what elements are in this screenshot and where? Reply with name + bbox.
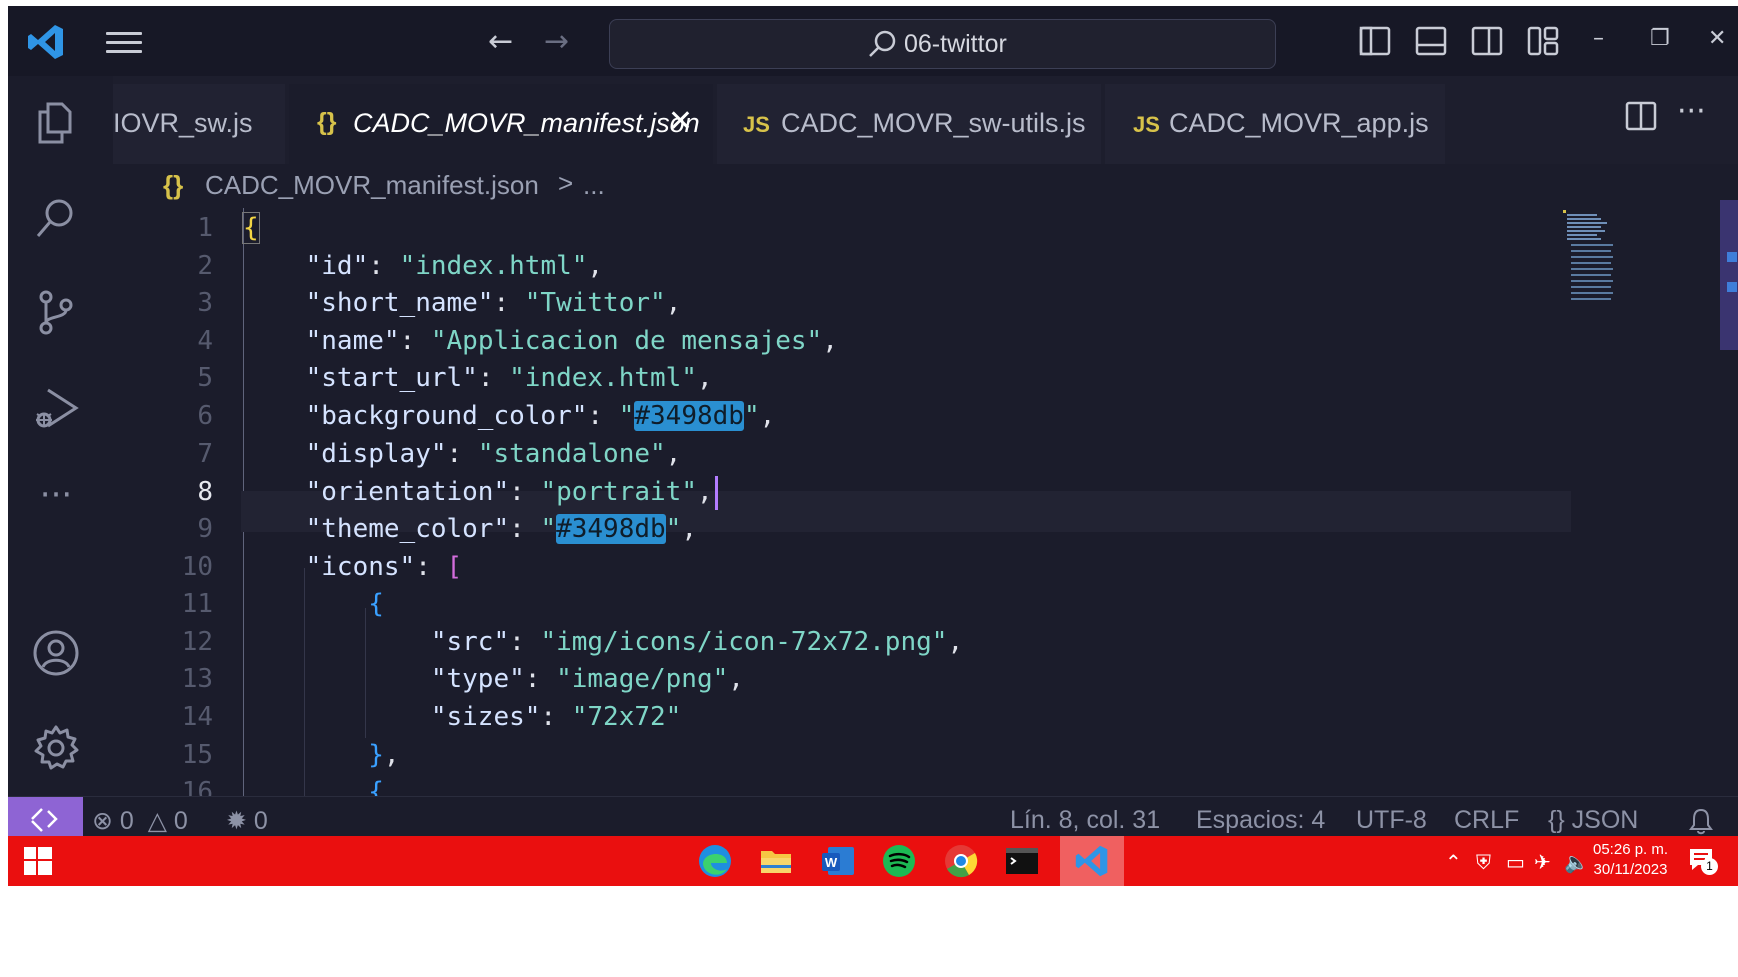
show-hidden-icons[interactable]: ⌃ xyxy=(1445,850,1462,874)
breadcrumb-file[interactable]: CADC_MOVR_manifest.json xyxy=(205,170,539,201)
windows-taskbar: W ⌃ ⛨ ▭ ✈ 🔈 05:26 p. m. 30/11/2023 1 xyxy=(8,836,1738,886)
split-editor-icon[interactable] xyxy=(1625,100,1657,132)
toggle-panel-icon[interactable] xyxy=(1414,24,1448,58)
notification-center-icon[interactable]: 1 xyxy=(1688,846,1718,876)
text-cursor xyxy=(714,475,718,510)
layout-controls xyxy=(1350,24,1570,60)
tab-manifest-json[interactable]: {} CADC_MOVR_manifest.json ✕ xyxy=(289,84,713,164)
notifications-bell-icon[interactable] xyxy=(1688,807,1714,835)
json-file-icon: {} xyxy=(163,170,184,200)
ports-indicator[interactable]: ✹ 0 xyxy=(226,806,268,836)
run-debug-icon[interactable] xyxy=(32,384,80,432)
more-actions-icon[interactable]: ··· xyxy=(1677,94,1706,129)
restore-button[interactable]: ❐ xyxy=(1650,28,1670,50)
more-views-icon[interactable]: ··· xyxy=(32,478,80,528)
tab-label: CADC_MOVR_sw-utils.js xyxy=(781,108,1086,138)
vscode-logo-icon[interactable] xyxy=(26,22,66,62)
windows-start-icon[interactable] xyxy=(24,847,52,875)
menu-icon[interactable] xyxy=(104,26,144,58)
cursor-position[interactable]: Lín. 8, col. 31 xyxy=(1010,806,1160,835)
airplane-mode-icon[interactable]: ✈ xyxy=(1534,850,1551,874)
tab-actions: ··· xyxy=(1625,94,1735,138)
breadcrumb-more[interactable]: ... xyxy=(583,170,605,201)
edge-icon[interactable] xyxy=(697,843,733,879)
tab-app-js[interactable]: JS CADC_MOVR_app.js xyxy=(1105,84,1445,164)
close-tab-icon[interactable]: ✕ xyxy=(668,104,693,139)
command-center-search[interactable]: 06-twittor xyxy=(609,19,1276,69)
security-shield-icon[interactable]: ⛨ xyxy=(1476,850,1491,874)
accounts-icon[interactable] xyxy=(32,629,80,677)
search-icon xyxy=(869,30,896,57)
minimize-button[interactable]: – xyxy=(1593,28,1604,50)
svg-text:W: W xyxy=(825,855,838,870)
js-file-icon: JS xyxy=(1133,112,1160,137)
toggle-secondary-sidebar-icon[interactable] xyxy=(1470,24,1504,58)
chrome-icon[interactable] xyxy=(943,843,979,879)
tab-sw-js[interactable]: IOVR_sw.js xyxy=(113,84,285,164)
tab-label: CADC_MOVR_manifest.json xyxy=(353,108,700,138)
explorer-icon[interactable] xyxy=(32,98,80,146)
encoding[interactable]: UTF-8 xyxy=(1356,806,1427,835)
battery-icon[interactable]: ▭ xyxy=(1506,850,1525,874)
word-icon[interactable]: W xyxy=(820,843,856,879)
vscode-icon[interactable] xyxy=(1074,843,1110,879)
breadcrumb-separator: > xyxy=(558,168,574,198)
file-explorer-icon[interactable] xyxy=(758,843,794,879)
workspace-name: 06-twittor xyxy=(904,30,1007,58)
color-value-highlight: #3498db xyxy=(634,401,744,431)
toggle-primary-sidebar-icon[interactable] xyxy=(1358,24,1392,58)
source-control-icon[interactable] xyxy=(32,288,80,336)
json-file-icon: {} xyxy=(317,108,337,136)
settings-gear-icon[interactable] xyxy=(32,724,80,772)
editor-tabs: IOVR_sw.js {} CADC_MOVR_manifest.json ✕ … xyxy=(113,76,1738,164)
terminal-icon[interactable] xyxy=(1004,843,1040,879)
language-mode[interactable]: {} JSON xyxy=(1548,806,1638,835)
errors-indicator[interactable]: ⊗ 0 △ 0 xyxy=(92,806,188,836)
remote-icon xyxy=(31,808,58,832)
indentation[interactable]: Espacios: 4 xyxy=(1196,806,1325,835)
tab-label: IOVR_sw.js xyxy=(113,108,253,138)
clock-time: 05:26 p. m. xyxy=(1593,841,1669,858)
clock-date: 30/11/2023 xyxy=(1593,861,1668,878)
system-clock[interactable]: 05:26 p. m. 30/11/2023 xyxy=(1593,840,1668,880)
tab-sw-utils-js[interactable]: JS CADC_MOVR_sw-utils.js xyxy=(717,84,1101,164)
color-value-highlight: #3498db xyxy=(556,514,666,544)
close-window-button[interactable]: ✕ xyxy=(1708,28,1726,50)
back-arrow-icon[interactable]: ← xyxy=(488,27,524,58)
spotify-icon[interactable] xyxy=(881,843,917,879)
title-bar: ← → 06-twittor – ❐ ✕ xyxy=(8,6,1738,76)
forward-arrow-icon[interactable]: → xyxy=(544,27,580,58)
customize-layout-icon[interactable] xyxy=(1526,24,1560,58)
breadcrumb: {} CADC_MOVR_manifest.json > ... xyxy=(113,164,1738,208)
vscode-window: ← → 06-twittor – ❐ ✕ ··· IOVR_sw.js {} C… xyxy=(8,6,1738,886)
activity-bar: ··· xyxy=(8,76,103,886)
volume-icon[interactable]: 🔈 xyxy=(1564,850,1589,874)
minimap[interactable] xyxy=(1563,210,1643,310)
notification-count: 1 xyxy=(1701,858,1718,875)
js-file-icon: JS xyxy=(743,112,770,137)
scrollbar[interactable] xyxy=(1720,200,1738,350)
code-editor[interactable]: 1{ 2 "id": "index.html", 3 "short_name":… xyxy=(113,208,1738,886)
search-icon[interactable] xyxy=(32,194,80,242)
line-endings[interactable]: CRLF xyxy=(1454,806,1519,835)
tab-label: CADC_MOVR_app.js xyxy=(1169,108,1429,138)
